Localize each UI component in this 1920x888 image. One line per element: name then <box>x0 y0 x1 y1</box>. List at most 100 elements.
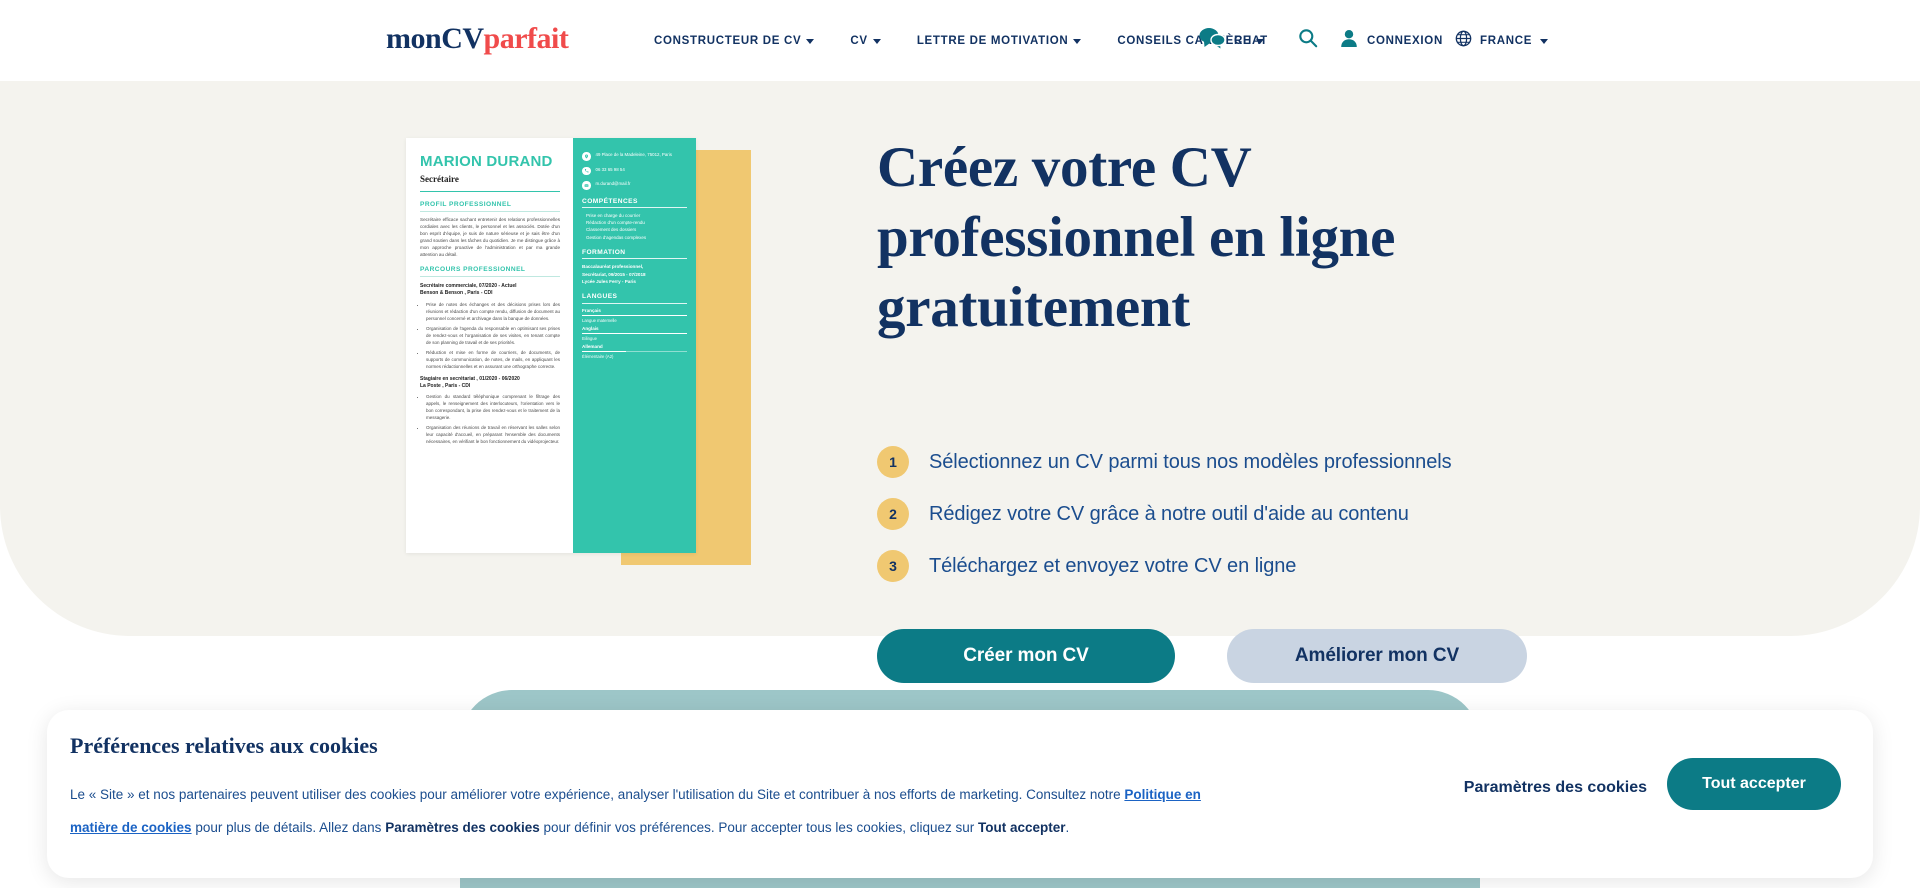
step-label: Rédigez votre CV grâce à notre outil d'a… <box>929 502 1409 525</box>
chat-bubbles-icon <box>1198 27 1226 54</box>
logo-part-mon: mon <box>386 22 442 55</box>
country-selector[interactable]: FRANCE <box>1455 0 1549 81</box>
create-cv-button[interactable]: Créer mon CV <box>877 629 1175 683</box>
cv-languages-heading: LANGUES <box>582 293 618 301</box>
cookie-text-part: Le « Site » et nos partenaires peuvent u… <box>70 787 1125 802</box>
cookie-banner-title: Préférences relatives aux cookies <box>70 733 378 758</box>
chat-button[interactable]: CHAT <box>1198 0 1268 81</box>
cv-skills-list: Prise en charge du courrier Rédaction d'… <box>582 212 687 241</box>
cookie-text-part: pour plus de détails. Allez dans <box>191 820 386 835</box>
cv-candidate-role: Secrétaire <box>420 174 459 184</box>
cv-skills-heading: COMPÉTENCES <box>582 197 638 205</box>
cv-experience-heading: PARCOURS PROFESSIONNEL <box>420 266 526 274</box>
cv-template-card[interactable]: MARION DURAND Secrétaire PROFIL PROFESSI… <box>406 138 696 553</box>
nav-label: CONSTRUCTEUR DE CV <box>654 34 802 47</box>
email-icon <box>582 181 591 190</box>
divider <box>420 276 560 278</box>
cv-contact-text: m.durand@mail.fr <box>595 181 631 186</box>
cv-bullet: Organisation de l'agenda du responsable … <box>426 325 560 346</box>
cv-language-item: Anglais Bilingue <box>582 326 687 341</box>
cookie-text-part: . <box>1065 820 1070 835</box>
cv-language-name: Anglais <box>582 325 599 331</box>
search-button[interactable] <box>1298 0 1318 81</box>
chevron-down-icon <box>806 39 815 44</box>
country-label: FRANCE <box>1480 34 1533 47</box>
hero-section: Créez votre CV professionnel en ligne gr… <box>0 81 1920 683</box>
cookie-settings-button[interactable]: Paramètres des cookies <box>1464 779 1647 797</box>
cookie-settings-mention: Paramètres des cookies <box>385 820 540 835</box>
cv-skill-item: Rédaction d'un compte-rendu <box>586 220 645 226</box>
cv-preview-stage: MARION DURAND Secrétaire PROFIL PROFESSI… <box>406 138 796 578</box>
login-button[interactable]: CONNEXION <box>1340 0 1443 81</box>
nav-item-cv[interactable]: CV <box>832 35 898 47</box>
cv-skill-item: Classement des dossiers <box>586 227 637 233</box>
cv-contact-item: 49 Place de la Madeleine, 75012, Paris <box>582 152 687 161</box>
cv-main-column: MARION DURAND Secrétaire PROFIL PROFESSI… <box>406 138 573 553</box>
cv-language-name: Français <box>582 307 601 313</box>
cv-contact-text: 49 Place de la Madeleine, 75012, Paris <box>595 152 672 157</box>
cv-language-level: Langue maternelle <box>582 317 617 323</box>
chevron-down-icon <box>1540 39 1549 44</box>
search-icon <box>1298 28 1318 53</box>
globe-icon <box>1455 30 1472 52</box>
step-label: Sélectionnez un CV parmi tous nos modèle… <box>929 450 1452 473</box>
cv-education-line: Secrétariat, 09/2015 - 07/2018 <box>582 271 646 277</box>
cv-contact-text: 06 33 65 98 54 <box>595 166 625 172</box>
step-item: 2 Rédigez votre CV grâce à notre outil d… <box>877 498 1451 530</box>
page-title: Créez votre CV professionnel en ligne gr… <box>877 136 1396 339</box>
cv-language-level: Élémentaire (A2) <box>582 353 614 359</box>
cv-job-title: Stagiaire en secrétariat , 01/2020 - 06/… <box>420 375 520 382</box>
improve-cv-button[interactable]: Améliorer mon CV <box>1227 629 1527 683</box>
cv-skill-item: Gestion d'agendas complexes <box>586 234 647 240</box>
divider <box>420 191 560 192</box>
cookie-text-part: pour définir vos préférences. Pour accep… <box>539 820 978 835</box>
step-number-badge: 1 <box>877 446 909 478</box>
site-logo[interactable]: monCVparfait <box>386 22 569 56</box>
nav-label: CV <box>850 34 868 47</box>
cookie-accept-mention: Tout accepter <box>978 820 1066 835</box>
divider <box>582 258 687 260</box>
nav-item-constructeur-de-cv[interactable]: CONSTRUCTEUR DE CV <box>636 35 832 47</box>
cv-side-column: 49 Place de la Madeleine, 75012, Paris 0… <box>573 138 696 553</box>
cv-bullet: Gestion du standard téléphonique compren… <box>426 393 560 421</box>
cv-bullet: Organisation des réunions de travail en … <box>426 424 560 445</box>
cv-contact-item: m.durand@mail.fr <box>582 181 687 190</box>
cv-language-bar <box>582 350 687 353</box>
user-icon <box>1340 29 1358 53</box>
cv-education-line: Lycée Jules Ferry - Paris <box>582 278 636 284</box>
logo-part-cv: CV <box>441 22 484 55</box>
cv-profile-heading: PROFIL PROFESSIONNEL <box>420 201 512 208</box>
location-pin-icon <box>582 152 591 161</box>
cv-job-company: Benson & Benson , Paris - CDI <box>420 290 493 297</box>
step-item: 1 Sélectionnez un CV parmi tous nos modè… <box>877 446 1452 478</box>
top-navigation-bar: monCVparfait CONSTRUCTEUR DE CV CV LETTR… <box>0 0 1920 81</box>
cv-language-item: Allemand Élémentaire (A2) <box>582 344 687 359</box>
cv-language-bar <box>582 332 687 335</box>
cv-bullet: Prise de notes des échanges et des décis… <box>426 301 560 322</box>
step-number-badge: 2 <box>877 498 909 530</box>
cv-skill-item: Prise en charge du courrier <box>586 212 641 218</box>
steps-list: 1 Sélectionnez un CV parmi tous nos modè… <box>877 446 1452 602</box>
chat-label: CHAT <box>1234 34 1268 47</box>
chevron-down-icon <box>1073 39 1082 44</box>
step-item: 3 Téléchargez et envoyez votre CV en lig… <box>877 550 1451 582</box>
cv-job-company: La Poste , Paris - CDI <box>420 382 471 389</box>
chevron-down-icon <box>872 39 881 44</box>
step-number-badge: 3 <box>877 550 909 582</box>
primary-nav: CONSTRUCTEUR DE CV CV LETTRE DE MOTIVATI… <box>636 0 1282 81</box>
divider <box>582 302 687 304</box>
divider <box>420 211 560 212</box>
nav-item-lettre-de-motivation[interactable]: LETTRE DE MOTIVATION <box>899 35 1100 47</box>
cv-education-heading: FORMATION <box>582 248 626 256</box>
divider <box>582 207 687 208</box>
cookie-banner-text: Le « Site » et nos partenaires peuvent u… <box>70 778 1250 844</box>
cv-profile-text: Secrétaire efficace sachant entretenir d… <box>420 216 560 258</box>
cv-language-item: Français Langue maternelle <box>582 308 687 323</box>
cv-language-name: Allemand <box>582 343 603 349</box>
cv-job-entry: Secrétaire commerciale, 07/2020 - Actuel… <box>420 283 560 369</box>
cookie-accept-all-button[interactable]: Tout accepter <box>1667 758 1841 810</box>
nav-label: LETTRE DE MOTIVATION <box>916 34 1069 47</box>
cv-job-entry: Stagiaire en secrétariat , 01/2020 - 06/… <box>420 376 560 445</box>
cv-candidate-name: MARION DURAND <box>420 153 553 170</box>
cv-job-bullets: Gestion du standard téléphonique compren… <box>420 393 560 445</box>
